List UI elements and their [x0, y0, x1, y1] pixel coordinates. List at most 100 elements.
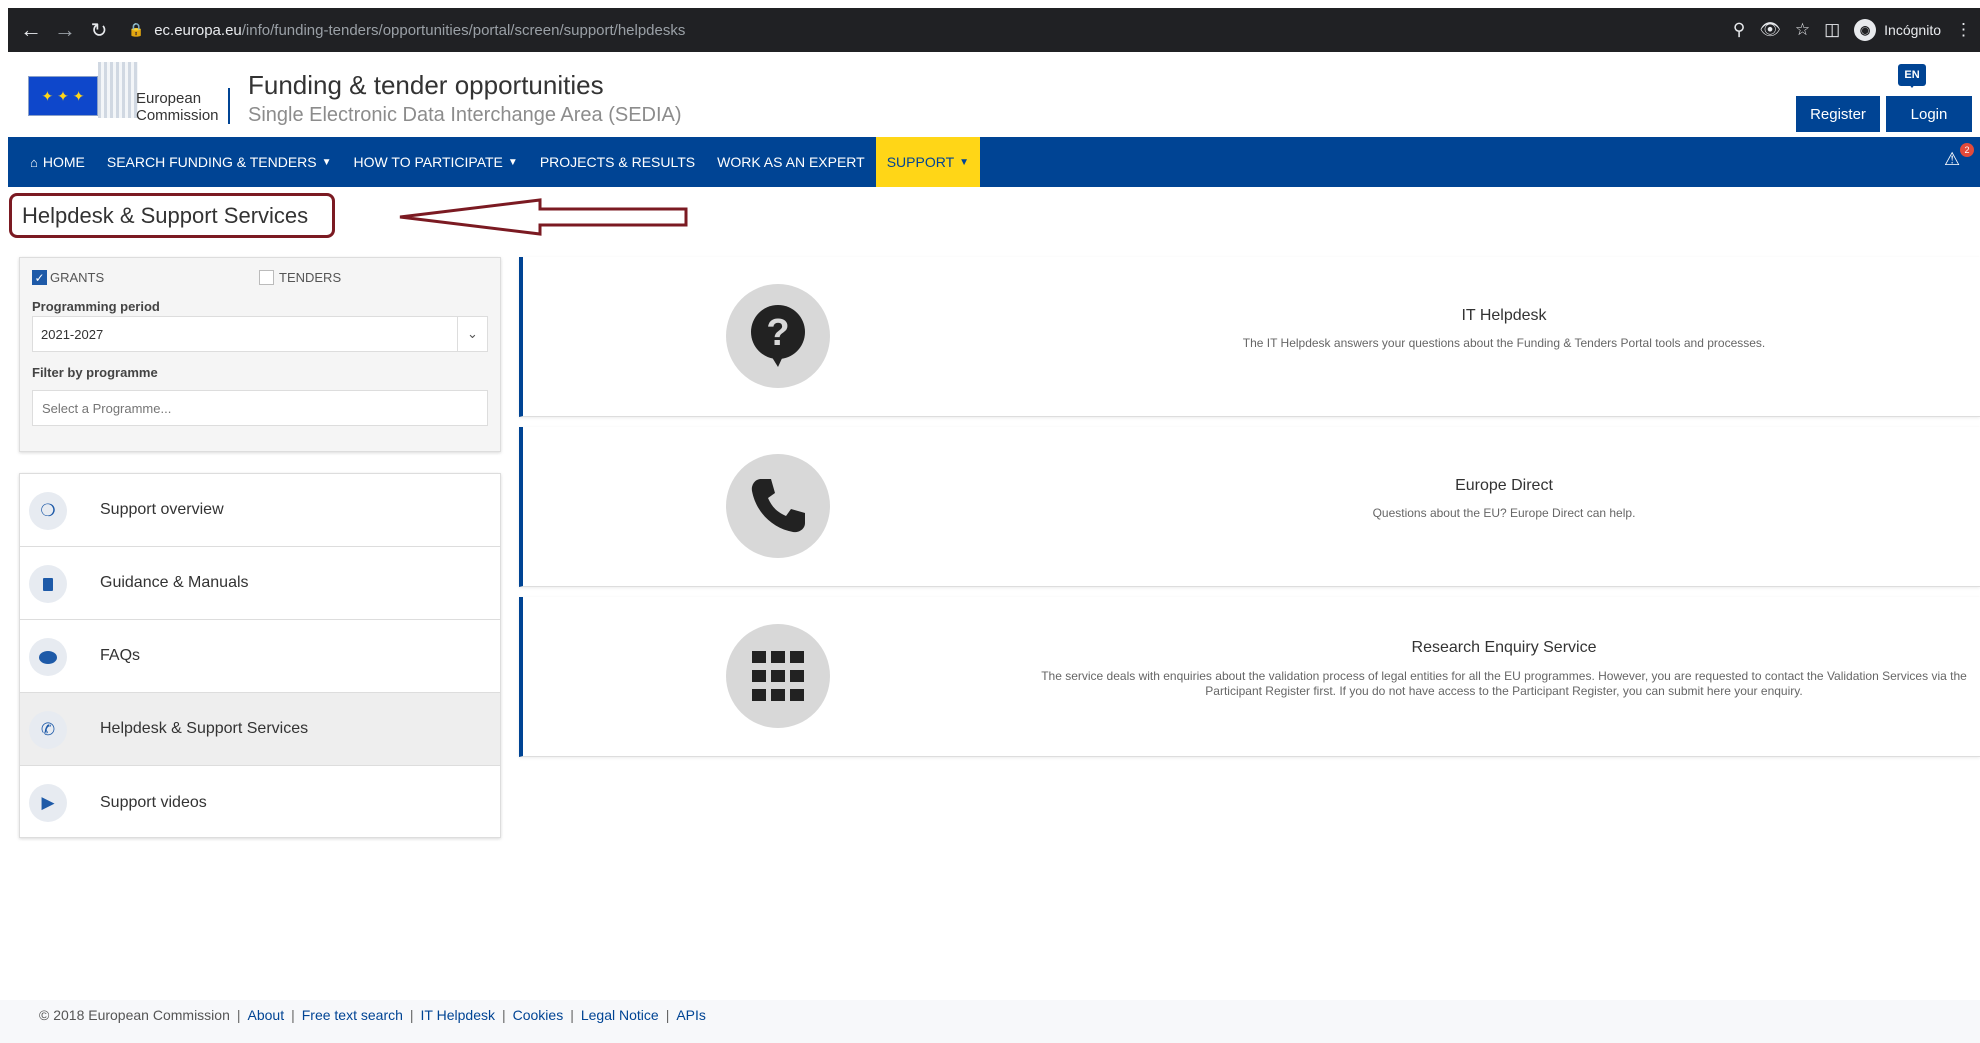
alert-button[interactable]: ⚠ 2: [1944, 143, 1974, 175]
footer-copyright: © 2018 European Commission: [39, 1007, 230, 1023]
caret-down-icon: ▼: [507, 156, 518, 168]
nav-projects-results[interactable]: PROJECTS & RESULTS: [529, 137, 706, 187]
commission-building-logo: [98, 62, 138, 118]
star-icon[interactable]: ☆: [1795, 20, 1810, 40]
nav-how-to-participate[interactable]: HOW TO PARTICIPATE ▼: [343, 137, 529, 187]
caret-down-icon: ▼: [321, 156, 332, 168]
url-host: ec.europa.eu: [154, 21, 242, 39]
card-description: Questions about the EU? Europe Direct ca…: [1372, 506, 1636, 520]
nav-search-funding[interactable]: SEARCH FUNDING & TENDERS ▼: [96, 137, 343, 187]
forward-icon[interactable]: →: [48, 13, 82, 47]
incognito-icon: ◉: [1854, 19, 1877, 41]
alert-count-badge: 2: [1960, 143, 1974, 157]
kebab-menu-icon[interactable]: ⋮: [1955, 20, 1972, 40]
card-europe-direct[interactable]: Europe Direct Questions about the EU? Eu…: [519, 427, 1980, 587]
site-subtitle: Single Electronic Data Interchange Area …: [248, 104, 682, 126]
nav-home[interactable]: ⌂ HOME: [8, 137, 96, 187]
programme-filter-label: Filter by programme: [32, 365, 158, 380]
page: ← → ↻ 🔒 ec.europa.eu/info/funding-tender…: [0, 0, 1980, 1043]
annotation-arrow-icon: [399, 198, 688, 236]
nav-home-label: HOME: [42, 154, 85, 170]
programming-period-value: 2021-2027: [41, 326, 104, 342]
home-icon: ⌂: [30, 154, 38, 170]
card-description: The IT Helpdesk answers your questions a…: [1242, 336, 1766, 350]
caret-down-icon: ▼: [959, 156, 970, 168]
menu-item-faqs[interactable]: FAQs: [20, 620, 500, 693]
register-button[interactable]: Register: [1796, 96, 1880, 132]
login-button[interactable]: Login: [1886, 96, 1972, 132]
menu-item-label: Support overview: [100, 501, 224, 518]
eu-stars-icon: ✦ ✦ ✦: [41, 87, 85, 104]
menu-item-label: FAQs: [100, 647, 141, 664]
nav-support[interactable]: SUPPORT ▼: [875, 137, 981, 187]
incognito-profile[interactable]: ◉ Incógnito: [1854, 19, 1941, 41]
url-path: /info/funding-tenders/opportunities/port…: [241, 21, 686, 39]
org-line2: Commission: [136, 107, 219, 124]
back-icon[interactable]: ←: [14, 13, 48, 47]
footer-link-about[interactable]: About: [248, 1007, 285, 1023]
menu-item-guidance-manuals[interactable]: Guidance & Manuals: [20, 547, 500, 620]
org-name: European Commission: [136, 90, 219, 124]
menu-item-label: Helpdesk & Support Services: [100, 720, 309, 737]
footer-link-legal-notice[interactable]: Legal Notice: [581, 1007, 659, 1023]
page-title-annotation: Helpdesk & Support Services: [9, 193, 335, 238]
menu-item-label: Guidance & Manuals: [100, 574, 249, 591]
footer-links: © 2018 European Commission | About | Free …: [39, 1007, 706, 1023]
phone-icon: [726, 454, 830, 558]
programming-period-select[interactable]: 2021-2027 ⌄: [32, 316, 488, 352]
menu-item-support-overview[interactable]: ❍ Support overview: [20, 474, 500, 547]
lifebuoy-icon: ❍: [29, 492, 67, 530]
warning-icon: ⚠: [1944, 149, 1961, 169]
header-separator: [228, 88, 230, 124]
card-title: Research Enquiry Service: [1411, 639, 1597, 656]
address-bar[interactable]: 🔒 ec.europa.eu/info/funding-tenders/oppo…: [128, 8, 685, 52]
site-footer: © 2018 European Commission | About | Free …: [0, 1000, 1980, 1043]
svg-text:?: ?: [766, 312, 789, 354]
card-research-enquiry[interactable]: Research Enquiry Service The service dea…: [519, 597, 1980, 757]
eye-off-icon[interactable]: 👁: [1759, 20, 1781, 40]
footer-link-cookies[interactable]: Cookies: [513, 1007, 564, 1023]
nav-work-as-expert[interactable]: WORK AS AN EXPERT: [706, 137, 876, 187]
site-header: ✦ ✦ ✦ European Commission Funding & tend…: [8, 52, 1980, 137]
incognito-label: Incógnito: [1884, 22, 1941, 38]
site-title[interactable]: Funding & tender opportunities: [248, 70, 604, 101]
phone-icon: ✆: [29, 711, 67, 749]
question-bubble-icon: ?: [726, 284, 830, 388]
footer-link-it-helpdesk[interactable]: IT Helpdesk: [421, 1007, 495, 1023]
org-line1: European: [136, 90, 202, 107]
programme-input[interactable]: [32, 390, 488, 426]
card-it-helpdesk[interactable]: ? IT Helpdesk The IT Helpdesk answers yo…: [519, 257, 1980, 417]
footer-link-free-text-search[interactable]: Free text search: [302, 1007, 403, 1023]
main-nav: ⌂ HOME SEARCH FUNDING & TENDERS ▼ HOW TO…: [8, 137, 1980, 187]
sidepanel-icon[interactable]: ◫: [1824, 20, 1840, 40]
page-title: Helpdesk & Support Services: [22, 202, 309, 228]
reload-icon[interactable]: ↻: [82, 13, 116, 47]
book-icon: [29, 565, 67, 603]
nav-search-label: SEARCH FUNDING & TENDERS: [106, 154, 317, 170]
grid-icon: [726, 624, 830, 728]
tenders-label: TENDERS: [279, 270, 342, 285]
grants-label: GRANTS: [50, 270, 105, 285]
play-icon: ▶: [29, 784, 67, 822]
menu-item-helpdesk-support[interactable]: ✆ Helpdesk & Support Services: [20, 693, 500, 766]
menu-item-label: Support videos: [100, 793, 207, 811]
zoom-icon[interactable]: ⚲: [1733, 20, 1745, 40]
checkbox-checked-icon: ✓: [32, 270, 47, 285]
language-selector[interactable]: EN: [1898, 64, 1926, 88]
card-description: The service deals with enquiries about t…: [1041, 669, 1967, 698]
checkbox-empty-icon: [259, 270, 274, 285]
card-title: Europe Direct: [1455, 477, 1553, 494]
programming-period-label: Programming period: [32, 299, 160, 314]
menu-item-support-videos[interactable]: ▶ Support videos: [20, 766, 500, 839]
footer-link-apis[interactable]: APIs: [676, 1007, 706, 1023]
chat-bubble-icon: [29, 638, 67, 676]
filter-panel: ✓ GRANTS TENDERS Programming period 2021…: [19, 257, 501, 452]
nav-how-label: HOW TO PARTICIPATE: [353, 154, 503, 170]
nav-support-label: SUPPORT: [886, 154, 955, 170]
card-title: IT Helpdesk: [1461, 307, 1547, 324]
tenders-checkbox[interactable]: TENDERS: [259, 270, 341, 285]
browser-toolbar: ← → ↻ 🔒 ec.europa.eu/info/funding-tender…: [8, 8, 1980, 52]
chevron-down-icon: ⌄: [457, 317, 487, 351]
grants-checkbox[interactable]: ✓ GRANTS: [32, 270, 104, 285]
support-side-menu: ❍ Support overview Guidance & Manuals FA…: [19, 473, 501, 838]
